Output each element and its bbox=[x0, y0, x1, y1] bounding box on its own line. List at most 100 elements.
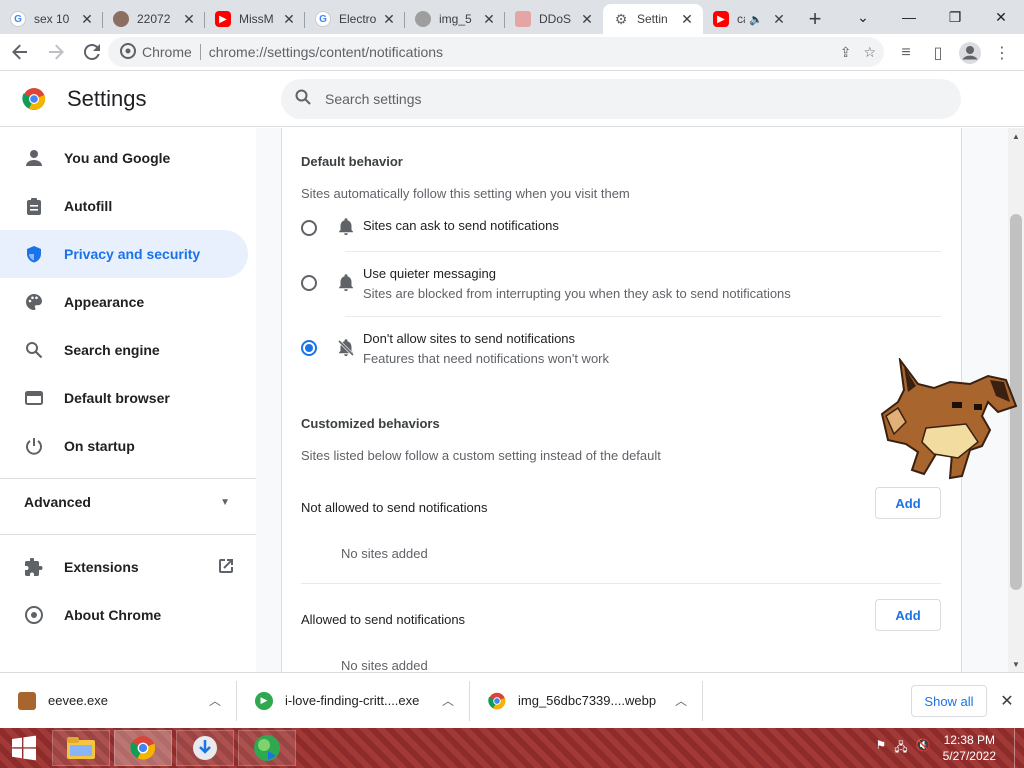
sidebar-item-you-and-google[interactable]: You and Google bbox=[0, 134, 248, 182]
option-text: Use quieter messaging Sites are blocked … bbox=[363, 266, 791, 301]
close-icon[interactable]: ✕ bbox=[996, 689, 1018, 713]
sidebar-item-privacy-and-security[interactable]: Privacy and security bbox=[0, 230, 248, 278]
sidebar-item-autofill[interactable]: Autofill bbox=[0, 182, 248, 230]
download-filename: eevee.exe bbox=[48, 693, 108, 708]
divider bbox=[345, 251, 941, 252]
forward-button[interactable] bbox=[40, 36, 72, 68]
download-item[interactable]: eevee.exe ︿ bbox=[0, 673, 237, 729]
media-icon[interactable]: ≡ bbox=[890, 37, 922, 69]
download-item[interactable]: ▶ i-love-finding-critt....exe ︿ bbox=[237, 673, 470, 729]
download-filename: img_56dbc7339....webp bbox=[518, 693, 657, 708]
option-text: Sites can ask to send notifications bbox=[363, 218, 559, 233]
tab-4[interactable]: G Electro ✕ bbox=[305, 4, 405, 34]
clipboard-icon bbox=[24, 196, 44, 216]
tab-5[interactable]: img_5 ✕ bbox=[405, 4, 505, 34]
taskbar-chrome[interactable] bbox=[114, 730, 172, 766]
search-input[interactable] bbox=[325, 91, 825, 107]
back-button[interactable] bbox=[4, 36, 36, 68]
profile-icon[interactable] bbox=[954, 37, 986, 69]
windows-start-button[interactable] bbox=[0, 728, 48, 768]
scroll-down-arrow-icon[interactable]: ▼ bbox=[1008, 656, 1024, 672]
address-bar[interactable]: Chrome chrome://settings/content/notific… bbox=[108, 37, 884, 67]
close-icon[interactable]: ✕ bbox=[771, 11, 787, 28]
download-item[interactable]: img_56dbc7339....webp ︿ bbox=[470, 673, 703, 729]
chrome-icon bbox=[120, 42, 136, 62]
folder-icon bbox=[67, 737, 95, 759]
sidebar-item-on-startup[interactable]: On startup bbox=[0, 422, 248, 470]
radio-button[interactable] bbox=[301, 220, 317, 236]
show-all-button[interactable]: Show all bbox=[911, 685, 987, 717]
search-box[interactable] bbox=[281, 79, 961, 119]
sidebar-item-search-engine[interactable]: Search engine bbox=[0, 326, 248, 374]
radio-button-checked[interactable] bbox=[301, 340, 317, 356]
star-icon[interactable]: ☆ bbox=[863, 44, 876, 61]
close-window-icon[interactable]: ✕ bbox=[978, 0, 1024, 34]
taskbar: ⚑ 🖧 🔇 12:38 PM 5/27/2022 bbox=[0, 728, 1024, 768]
option-label: Sites can ask to send notifications bbox=[363, 218, 559, 233]
clock[interactable]: 12:38 PM 5/27/2022 bbox=[943, 732, 996, 764]
taskbar-installer[interactable] bbox=[176, 730, 234, 766]
option-quieter-messaging[interactable]: Use quieter messaging Sites are blocked … bbox=[301, 266, 941, 301]
option-text: Don't allow sites to send notifications … bbox=[363, 331, 609, 366]
clock-time: 12:38 PM bbox=[943, 733, 995, 747]
close-icon[interactable]: ✕ bbox=[679, 11, 695, 28]
sidebar-item-extensions[interactable]: Extensions bbox=[0, 543, 248, 591]
option-dont-allow[interactable]: Don't allow sites to send notifications … bbox=[301, 331, 941, 366]
close-icon[interactable]: ✕ bbox=[381, 11, 397, 28]
restore-icon[interactable]: ❐ bbox=[932, 0, 978, 34]
sidebar-item-label: You and Google bbox=[64, 150, 171, 166]
close-icon[interactable]: ✕ bbox=[481, 11, 497, 28]
url-text[interactable]: chrome://settings/content/notifications bbox=[209, 44, 443, 60]
sidebar-item-appearance[interactable]: Appearance bbox=[0, 278, 248, 326]
tab-label: ca bbox=[737, 12, 745, 26]
close-icon[interactable]: ✕ bbox=[281, 11, 297, 28]
taskbar-game[interactable] bbox=[238, 730, 296, 766]
option-sites-can-ask[interactable]: Sites can ask to send notifications bbox=[301, 218, 941, 236]
divider bbox=[301, 583, 941, 584]
close-icon[interactable]: ✕ bbox=[579, 11, 595, 28]
no-sites-text: No sites added bbox=[341, 546, 428, 561]
chevron-up-icon[interactable]: ︿ bbox=[442, 692, 454, 709]
window-controls: ⌄ — ❐ ✕ bbox=[840, 0, 1024, 34]
tab-2[interactable]: 22072 ✕ bbox=[103, 4, 205, 34]
sidebar-item-label: Search engine bbox=[64, 342, 160, 358]
action-center-flag-icon[interactable]: ⚑ bbox=[876, 738, 887, 759]
tab-settings[interactable]: ⚙ Settin ✕ bbox=[603, 4, 703, 34]
sidebar-item-default-browser[interactable]: Default browser bbox=[0, 374, 248, 422]
show-desktop-button[interactable] bbox=[1014, 728, 1024, 768]
close-icon[interactable]: ✕ bbox=[79, 11, 95, 28]
minimize-icon[interactable]: — bbox=[886, 0, 932, 34]
chevron-up-icon[interactable]: ︿ bbox=[209, 692, 221, 709]
allowed-label: Allowed to send notifications bbox=[301, 612, 466, 627]
side-panel-icon[interactable]: ▯ bbox=[922, 37, 954, 69]
scroll-up-arrow-icon[interactable]: ▲ bbox=[1008, 128, 1024, 144]
tray-icons: ⚑ 🖧 🔇 bbox=[876, 738, 931, 759]
menu-icon[interactable]: ⋮ bbox=[986, 37, 1018, 69]
chevron-up-icon[interactable]: ︿ bbox=[675, 692, 687, 709]
speaker-icon[interactable]: 🔈 bbox=[749, 13, 763, 26]
tab-8[interactable]: ▶ ca 🔈 ✕ bbox=[703, 4, 795, 34]
tab-1[interactable]: G sex 10 ✕ bbox=[0, 4, 103, 34]
customized-behaviors-title: Customized behaviors bbox=[301, 416, 440, 431]
close-icon[interactable]: ✕ bbox=[181, 11, 197, 28]
eevee-sprite[interactable] bbox=[878, 358, 1020, 482]
add-allowed-site-button[interactable]: Add bbox=[875, 599, 941, 631]
sidebar-divider bbox=[0, 478, 256, 479]
sidebar: You and Google Autofill Privacy and secu… bbox=[0, 128, 256, 672]
taskbar-explorer[interactable] bbox=[52, 730, 110, 766]
new-tab-button[interactable]: + bbox=[795, 4, 835, 34]
share-icon[interactable]: ⇪ bbox=[840, 44, 852, 61]
sidebar-item-about-chrome[interactable]: About Chrome bbox=[0, 591, 248, 639]
tab-search-icon[interactable]: ⌄ bbox=[840, 0, 886, 34]
volume-muted-icon[interactable]: 🔇 bbox=[916, 738, 931, 759]
reload-button[interactable] bbox=[76, 36, 108, 68]
sidebar-advanced[interactable]: Advanced ▼ bbox=[24, 494, 234, 510]
tab-label: Settin bbox=[637, 12, 668, 26]
customized-behaviors-subtitle: Sites listed below follow a custom setti… bbox=[301, 448, 661, 463]
network-icon[interactable]: 🖧 bbox=[894, 738, 907, 759]
tab-3[interactable]: ▶ MissM ✕ bbox=[205, 4, 305, 34]
palette-icon bbox=[24, 292, 44, 312]
tab-6[interactable]: DDoS ✕ bbox=[505, 4, 603, 34]
radio-button[interactable] bbox=[301, 275, 317, 291]
add-blocked-site-button[interactable]: Add bbox=[875, 487, 941, 519]
